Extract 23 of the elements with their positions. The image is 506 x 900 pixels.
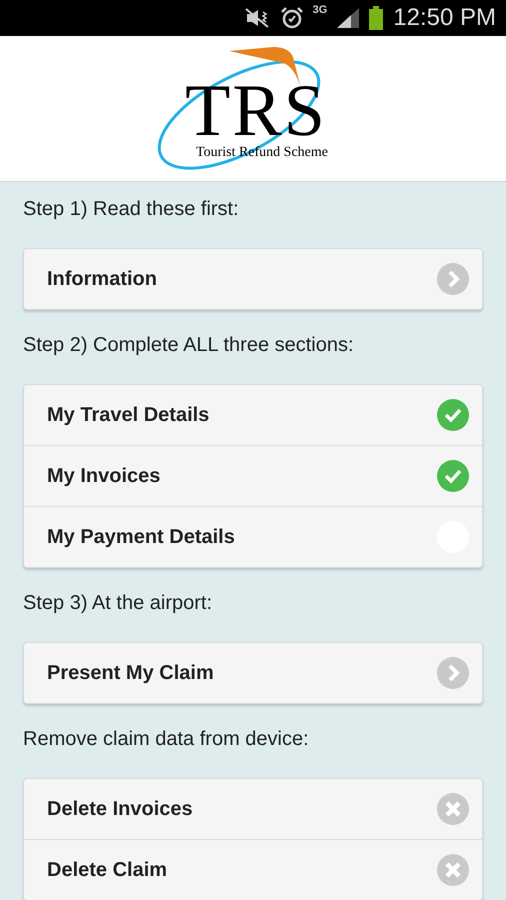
menu-item[interactable]: Delete Claim [24, 839, 482, 900]
menu-item[interactable]: Information [24, 249, 482, 309]
menu-item[interactable]: Present My Claim [24, 643, 482, 703]
battery-icon [369, 6, 384, 30]
chevron-icon [437, 657, 469, 689]
mute-icon [244, 8, 271, 28]
close-icon [437, 854, 469, 886]
check-icon[interactable] [437, 460, 469, 492]
clock: 12:50 PM [393, 4, 496, 32]
menu-item[interactable]: My Invoices [24, 445, 482, 506]
section-heading: Step 3) At the airport: [23, 591, 213, 616]
menu-item[interactable]: My Payment Details [24, 506, 482, 567]
section-heading: Step 1) Read these first: [23, 197, 240, 222]
check-icon[interactable] [437, 399, 469, 431]
close-icon [437, 793, 469, 825]
menu-item[interactable]: My Travel Details [24, 385, 482, 445]
chevron-icon [437, 263, 469, 295]
network-type: 3G [312, 4, 328, 16]
signal-icon [337, 8, 360, 28]
menu-item[interactable]: Delete Invoices [24, 779, 482, 839]
alarm-icon [280, 7, 303, 29]
section-heading: Step 2) Complete ALL three sections: [23, 333, 355, 358]
section-heading: Remove claim data from device: [23, 727, 310, 752]
